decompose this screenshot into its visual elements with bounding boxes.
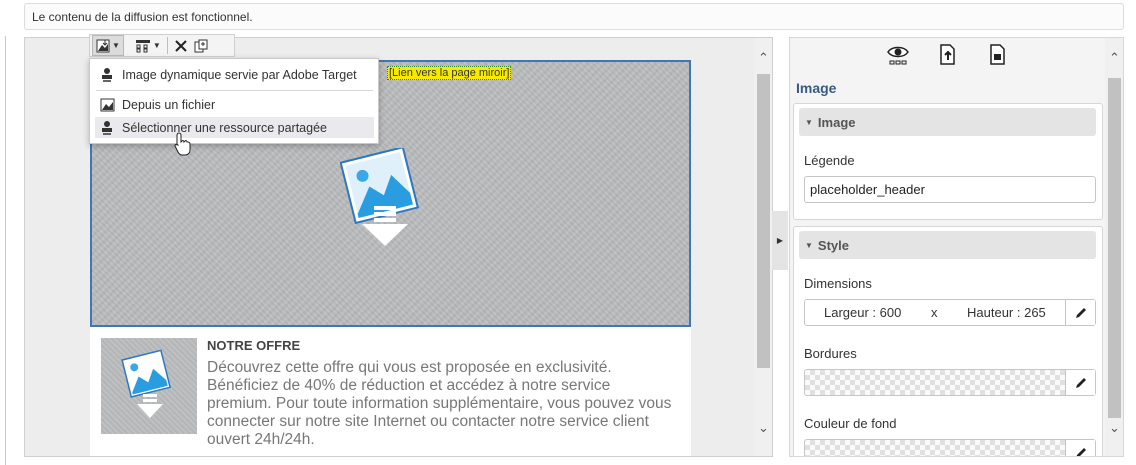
menu-item-shared-resource[interactable]: Sélectionner une ressource partagée bbox=[95, 117, 374, 138]
scroll-down-arrow[interactable]: ⌄ bbox=[1109, 420, 1120, 436]
edit-borders-button[interactable] bbox=[1065, 370, 1095, 395]
scrollbar-thumb[interactable] bbox=[757, 74, 770, 368]
panel-title: Image bbox=[796, 80, 837, 96]
pencil-icon bbox=[1075, 377, 1086, 388]
section-title: Image bbox=[817, 114, 856, 130]
dimensions-label: Dimensions bbox=[804, 276, 872, 291]
image-dropdown-button[interactable]: ▼ bbox=[92, 35, 124, 56]
borders-label: Bordures bbox=[804, 346, 857, 361]
dimensions-field[interactable]: Largeur : 600 x Hauteur : 265 bbox=[804, 299, 1096, 326]
panel-scrollbar[interactable]: ⌃ ⌄ bbox=[1105, 38, 1123, 456]
mirror-page-link[interactable]: [Lien vers la page miroir] bbox=[387, 66, 512, 80]
import-document-icon bbox=[940, 44, 955, 65]
scroll-up-arrow[interactable]: ⌃ bbox=[758, 50, 769, 66]
image-file-icon bbox=[99, 97, 115, 113]
chevron-right-icon: ▶ bbox=[776, 236, 784, 245]
layout-icon bbox=[135, 39, 150, 52]
section-title: Style bbox=[817, 237, 849, 253]
pencil-icon bbox=[1076, 447, 1086, 456]
style-section-header[interactable]: ▼ Style bbox=[799, 231, 1096, 259]
background-color-field[interactable] bbox=[804, 439, 1096, 456]
tab-preview[interactable] bbox=[884, 41, 912, 69]
chevron-down-icon: ▼ bbox=[152, 41, 161, 50]
menu-item-from-file[interactable]: Depuis un fichier bbox=[95, 94, 374, 115]
hand-cursor-icon bbox=[174, 132, 191, 156]
panel-toggle[interactable]: ▶ bbox=[772, 211, 788, 270]
properties-panel: Image ▼ Image Légende placeholder_header… bbox=[789, 37, 1124, 457]
pencil-icon bbox=[1075, 307, 1086, 318]
offer-text[interactable]: Découvrez cette offre qui vous est propo… bbox=[207, 359, 677, 449]
tab-document-settings[interactable] bbox=[984, 41, 1012, 69]
menu-item-label: Depuis un fichier bbox=[122, 97, 216, 112]
image-section: ▼ Image Légende placeholder_header bbox=[793, 103, 1103, 220]
delete-icon bbox=[175, 39, 187, 52]
offer-image[interactable] bbox=[101, 338, 197, 434]
edit-background-button[interactable] bbox=[1065, 440, 1095, 456]
editor-scrollbar[interactable]: ⌃ ⌄ bbox=[754, 38, 772, 456]
duplicate-icon bbox=[194, 39, 208, 52]
duplicate-button[interactable] bbox=[191, 35, 211, 56]
scroll-down-arrow[interactable]: ⌄ bbox=[758, 420, 769, 436]
image-toolbar: ▼ ▼ bbox=[89, 34, 235, 57]
image-placeholder-icon bbox=[121, 349, 172, 418]
status-text: Le contenu de la diffusion est fonctionn… bbox=[32, 10, 253, 24]
height-value: Hauteur : 265 bbox=[967, 305, 1046, 320]
scroll-up-arrow[interactable]: ⌃ bbox=[1109, 50, 1120, 66]
caption-value: placeholder_header bbox=[810, 182, 925, 197]
width-value: Largeur : 600 bbox=[824, 305, 902, 320]
caption-label: Légende bbox=[804, 153, 855, 168]
scrollbar-thumb[interactable] bbox=[1108, 78, 1121, 418]
menu-item-label: Sélectionner une ressource partagée bbox=[122, 120, 327, 135]
borders-field[interactable] bbox=[804, 369, 1096, 396]
background-color-label: Couleur de fond bbox=[804, 416, 897, 431]
image-source-menu: Image dynamique servie par Adobe Target … bbox=[89, 58, 379, 144]
left-border bbox=[5, 36, 6, 465]
document-settings-icon bbox=[990, 44, 1005, 65]
menu-item-label: Image dynamique servie par Adobe Target bbox=[122, 67, 357, 82]
delete-button[interactable] bbox=[171, 35, 191, 56]
image-section-header[interactable]: ▼ Image bbox=[799, 108, 1096, 136]
caret-down-icon: ▼ bbox=[805, 117, 813, 127]
chevron-down-icon: ▼ bbox=[112, 41, 120, 50]
style-section: ▼ Style Dimensions Largeur : 600 x Haute… bbox=[793, 226, 1103, 456]
status-message: Le contenu de la diffusion est fonctionn… bbox=[24, 3, 1124, 30]
menu-separator bbox=[96, 90, 373, 91]
caption-input[interactable]: placeholder_header bbox=[804, 176, 1096, 203]
toolbar-separator bbox=[166, 37, 168, 54]
eye-icon bbox=[887, 46, 909, 65]
tab-import[interactable] bbox=[934, 41, 962, 69]
shared-resource-icon bbox=[99, 120, 115, 136]
layout-dropdown-button[interactable]: ▼ bbox=[132, 35, 164, 56]
image-icon bbox=[96, 39, 110, 52]
offer-title[interactable]: NOTRE OFFRE bbox=[207, 338, 300, 353]
image-placeholder-icon bbox=[340, 148, 420, 246]
times-symbol: x bbox=[931, 305, 938, 320]
edit-dimensions-button[interactable] bbox=[1065, 300, 1095, 325]
caret-down-icon: ▼ bbox=[805, 240, 813, 250]
shared-resource-icon bbox=[99, 67, 115, 83]
menu-item-adobe-target-image[interactable]: Image dynamique servie par Adobe Target bbox=[95, 64, 374, 85]
